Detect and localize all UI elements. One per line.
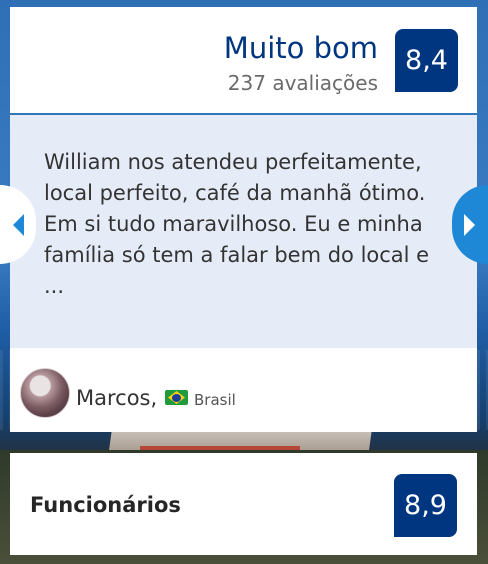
category-score-card: Funcionários 8,9 xyxy=(10,453,477,555)
category-label: Funcionários xyxy=(30,493,181,517)
brazil-flag-icon xyxy=(165,390,188,405)
score-badge: 8,4 xyxy=(395,29,458,92)
chevron-left-icon xyxy=(13,213,24,236)
overall-score-card: Muito bom 237 avaliações 8,4 xyxy=(10,7,477,113)
review-count[interactable]: 237 avaliações xyxy=(228,71,378,95)
rating-label: Muito bom xyxy=(223,31,378,65)
category-score-badge: 8,9 xyxy=(394,474,457,537)
reviewer-info: Marcos, Brasil xyxy=(10,348,477,432)
chevron-right-icon xyxy=(464,213,475,236)
reviewer-country: Brasil xyxy=(194,391,236,409)
review-text: William nos atendeu perfeitamente, local… xyxy=(44,150,430,298)
review-snippet-panel[interactable]: William nos atendeu perfeitamente, local… xyxy=(10,115,477,348)
reviewer-name: Marcos, xyxy=(76,386,158,410)
avatar xyxy=(20,368,70,418)
